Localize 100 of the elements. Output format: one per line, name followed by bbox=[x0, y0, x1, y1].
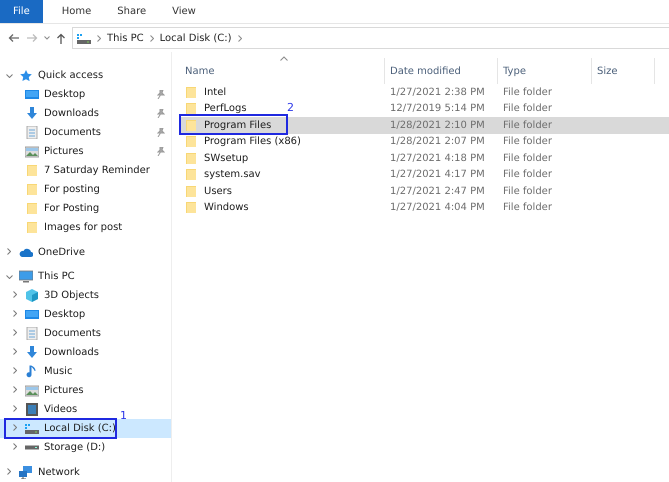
file-row[interactable]: Program Files 1/28/2021 2:10 PM File folder bbox=[180, 117, 669, 134]
file-name: Program Files (x86) bbox=[204, 136, 301, 148]
nav-item[interactable]: Pictures bbox=[0, 381, 88, 400]
column-header[interactable]: Name bbox=[180, 58, 385, 84]
download-icon bbox=[25, 346, 39, 360]
monitor-icon bbox=[25, 308, 39, 322]
folder-icon bbox=[184, 152, 198, 165]
chevron-right-icon[interactable] bbox=[13, 443, 17, 450]
type-cell-text: File folder bbox=[502, 120, 553, 131]
chevron-right-icon[interactable] bbox=[7, 248, 11, 255]
chevron-right-icon[interactable] bbox=[13, 348, 17, 356]
file-name: Windows bbox=[204, 202, 249, 214]
chevron-right-icon bbox=[97, 34, 101, 42]
star-icon bbox=[19, 69, 33, 82]
nav-item[interactable]: Videos bbox=[0, 400, 82, 420]
column-header[interactable]: Size bbox=[592, 58, 655, 84]
cube-icon bbox=[25, 289, 39, 302]
folder-icon bbox=[184, 118, 198, 132]
monitor-icon bbox=[25, 88, 39, 101]
folder-icon bbox=[184, 168, 198, 182]
ribbon-tab[interactable]: File bbox=[0, 0, 43, 23]
film-icon bbox=[25, 403, 39, 416]
nav-item[interactable]: Downloads bbox=[0, 104, 103, 123]
folder-icon bbox=[25, 202, 39, 215]
back-arrow-icon[interactable] bbox=[8, 33, 20, 43]
computer-icon bbox=[19, 270, 33, 284]
breadcrumb[interactable]: This PC bbox=[107, 32, 144, 44]
folder-icon bbox=[184, 102, 198, 116]
dropdown-caret-icon[interactable] bbox=[44, 36, 50, 40]
type-cell-text: File folder bbox=[502, 186, 553, 197]
chevron-right-icon[interactable] bbox=[13, 291, 17, 298]
ribbon-tab[interactable]: Share bbox=[104, 0, 160, 23]
file-name: PerfLogs bbox=[204, 103, 247, 114]
network-icon bbox=[19, 466, 33, 480]
nav-item[interactable]: OneDrive bbox=[0, 242, 90, 262]
file-name: system.sav bbox=[204, 169, 261, 180]
download-icon bbox=[25, 107, 39, 120]
type-cell-text: File folder bbox=[502, 202, 553, 214]
nav-item[interactable]: Documents bbox=[0, 324, 106, 344]
type-cell-text: File folder bbox=[502, 152, 553, 164]
up-arrow-icon[interactable] bbox=[56, 32, 66, 44]
chevron-right-icon bbox=[150, 34, 154, 42]
nav-item[interactable]: 3D Objects bbox=[0, 286, 104, 306]
nav-item[interactable]: Pictures bbox=[0, 142, 88, 161]
column-header[interactable]: Date modified bbox=[385, 58, 498, 84]
folder-icon bbox=[184, 135, 198, 148]
folder-icon bbox=[184, 86, 198, 99]
file-name: SWsetup bbox=[204, 152, 248, 164]
nav-item[interactable]: For Posting bbox=[0, 199, 104, 218]
nav-item[interactable]: Desktop bbox=[0, 85, 90, 104]
file-name: Users bbox=[204, 186, 232, 197]
date-cell-text: 1/28/2021 2:07 PM bbox=[389, 136, 486, 148]
folder-icon bbox=[25, 183, 39, 196]
type-cell-text: File folder bbox=[502, 86, 553, 98]
chevron-right-icon[interactable] bbox=[13, 424, 17, 432]
nav-item[interactable]: This PC bbox=[0, 267, 79, 286]
picture-icon bbox=[25, 145, 39, 158]
drive-icon bbox=[25, 445, 39, 450]
type-cell-text: File folder bbox=[502, 103, 553, 114]
date-cell-text: 1/27/2021 4:18 PM bbox=[389, 152, 486, 164]
nav-item[interactable]: 7 Saturday Reminder bbox=[0, 161, 154, 180]
date-cell-text: 1/27/2021 4:17 PM bbox=[389, 169, 486, 180]
folder-icon bbox=[25, 164, 39, 177]
chevron-right-icon[interactable] bbox=[13, 329, 17, 336]
nav-item[interactable]: Quick access bbox=[0, 66, 108, 85]
file-name: Program Files bbox=[204, 120, 272, 131]
chevron-right-icon[interactable] bbox=[7, 468, 11, 476]
document-icon bbox=[25, 327, 39, 340]
date-cell-text: 12/7/2019 5:14 PM bbox=[389, 103, 486, 114]
nav-item[interactable]: Network bbox=[0, 463, 84, 482]
ribbon-tab[interactable]: View bbox=[159, 0, 209, 23]
picture-icon bbox=[25, 384, 39, 398]
step-number: 2 bbox=[287, 101, 294, 114]
folder-icon bbox=[184, 184, 198, 198]
folder-icon bbox=[25, 221, 39, 234]
address-bar[interactable]: This PC Local Disk (C:) bbox=[72, 27, 669, 49]
drive-icon bbox=[77, 32, 91, 44]
date-cell-text: 1/28/2021 2:10 PM bbox=[389, 120, 486, 131]
nav-item[interactable]: Documents bbox=[0, 123, 106, 142]
date-cell-text: 1/27/2021 2:38 PM bbox=[389, 86, 486, 98]
nav-item[interactable]: For posting bbox=[0, 180, 104, 199]
nav-item[interactable]: Desktop bbox=[0, 305, 90, 324]
type-cell-text: File folder bbox=[502, 136, 553, 148]
nav-item[interactable]: Images for post bbox=[0, 218, 126, 237]
chevron-down-icon[interactable] bbox=[6, 275, 12, 280]
nav-item[interactable]: Music bbox=[0, 362, 76, 382]
chevron-right-icon[interactable] bbox=[13, 386, 17, 394]
breadcrumb[interactable]: Local Disk (C:) bbox=[160, 32, 232, 44]
ribbon-tab[interactable]: Home bbox=[48, 0, 104, 23]
chevron-right-icon[interactable] bbox=[13, 310, 17, 318]
file-name: Intel bbox=[204, 86, 226, 98]
chevron-down-icon[interactable] bbox=[6, 74, 12, 78]
nav-item[interactable]: Downloads bbox=[0, 343, 103, 362]
column-header[interactable]: Type bbox=[498, 58, 592, 84]
nav-item[interactable]: Storage (D:) bbox=[0, 438, 110, 458]
chevron-right-icon[interactable] bbox=[13, 367, 17, 374]
nav-item[interactable]: Local Disk (C:) bbox=[0, 419, 171, 438]
chevron-right-icon bbox=[238, 34, 242, 42]
chevron-right-icon[interactable] bbox=[13, 405, 17, 412]
date-cell-text: 1/27/2021 4:04 PM bbox=[389, 202, 486, 214]
